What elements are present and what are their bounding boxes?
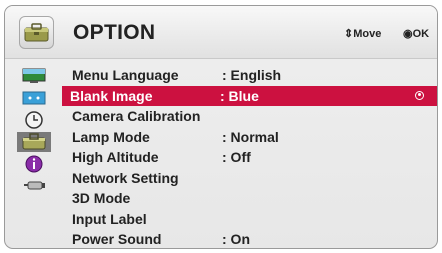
option-value: : Off — [222, 149, 251, 165]
option-label: Lamp Mode — [72, 128, 150, 145]
option-row-blank-image[interactable]: Blank Image : Blue — [62, 85, 437, 106]
option-row-lamp-mode[interactable]: Lamp Mode : Normal — [64, 127, 437, 148]
info-icon[interactable] — [17, 154, 51, 174]
category-sidebar — [17, 66, 51, 248]
move-arrows-icon: ⇕︎ — [344, 28, 354, 40]
option-row-high-altitude[interactable]: High Altitude : Off — [64, 147, 437, 168]
option-value: : Blue — [220, 87, 259, 104]
toolbox-icon — [19, 16, 54, 49]
option-menu-panel: OPTION ⇕︎Move ◉OK Menu Language : Englis… — [4, 5, 438, 249]
option-row-power-sound[interactable]: Power Sound : On — [64, 229, 437, 248]
move-hint: ⇕︎Move — [344, 28, 382, 40]
ok-hint: ◉OK — [403, 28, 430, 40]
ok-button-icon: ◉ — [403, 28, 413, 40]
option-label: Menu Language — [72, 67, 179, 83]
selected-radio-icon — [415, 90, 424, 100]
option-list: Menu Language : English Blank Image : Bl… — [62, 65, 437, 248]
option-icon[interactable] — [17, 132, 51, 152]
option-row-camera-calibration[interactable]: Camera Calibration — [64, 106, 437, 127]
option-label: Camera Calibration — [72, 108, 201, 124]
option-value: : Normal — [222, 128, 279, 145]
option-label: High Altitude — [72, 149, 159, 165]
option-label: Input Label — [72, 210, 147, 227]
option-row-menu-language[interactable]: Menu Language : English — [64, 65, 437, 86]
menu-header: OPTION ⇕︎Move ◉OK — [5, 6, 437, 59]
option-label: Power Sound — [72, 231, 162, 247]
option-label: Network Setting — [72, 169, 179, 186]
input-icon[interactable] — [17, 176, 51, 196]
page-title: OPTION — [73, 21, 156, 44]
picture-icon[interactable] — [17, 66, 51, 86]
option-value: : On — [222, 231, 250, 247]
screen-icon[interactable] — [17, 88, 51, 108]
option-label: 3D Mode — [72, 190, 131, 206]
option-label: Blank Image — [70, 87, 153, 104]
option-row-input-label[interactable]: Input Label — [64, 209, 437, 230]
option-value: : English — [222, 67, 282, 83]
clock-icon[interactable] — [17, 110, 51, 130]
option-row-network-setting[interactable]: Network Setting — [64, 168, 437, 189]
option-row-3d-mode[interactable]: 3D Mode — [64, 188, 437, 209]
